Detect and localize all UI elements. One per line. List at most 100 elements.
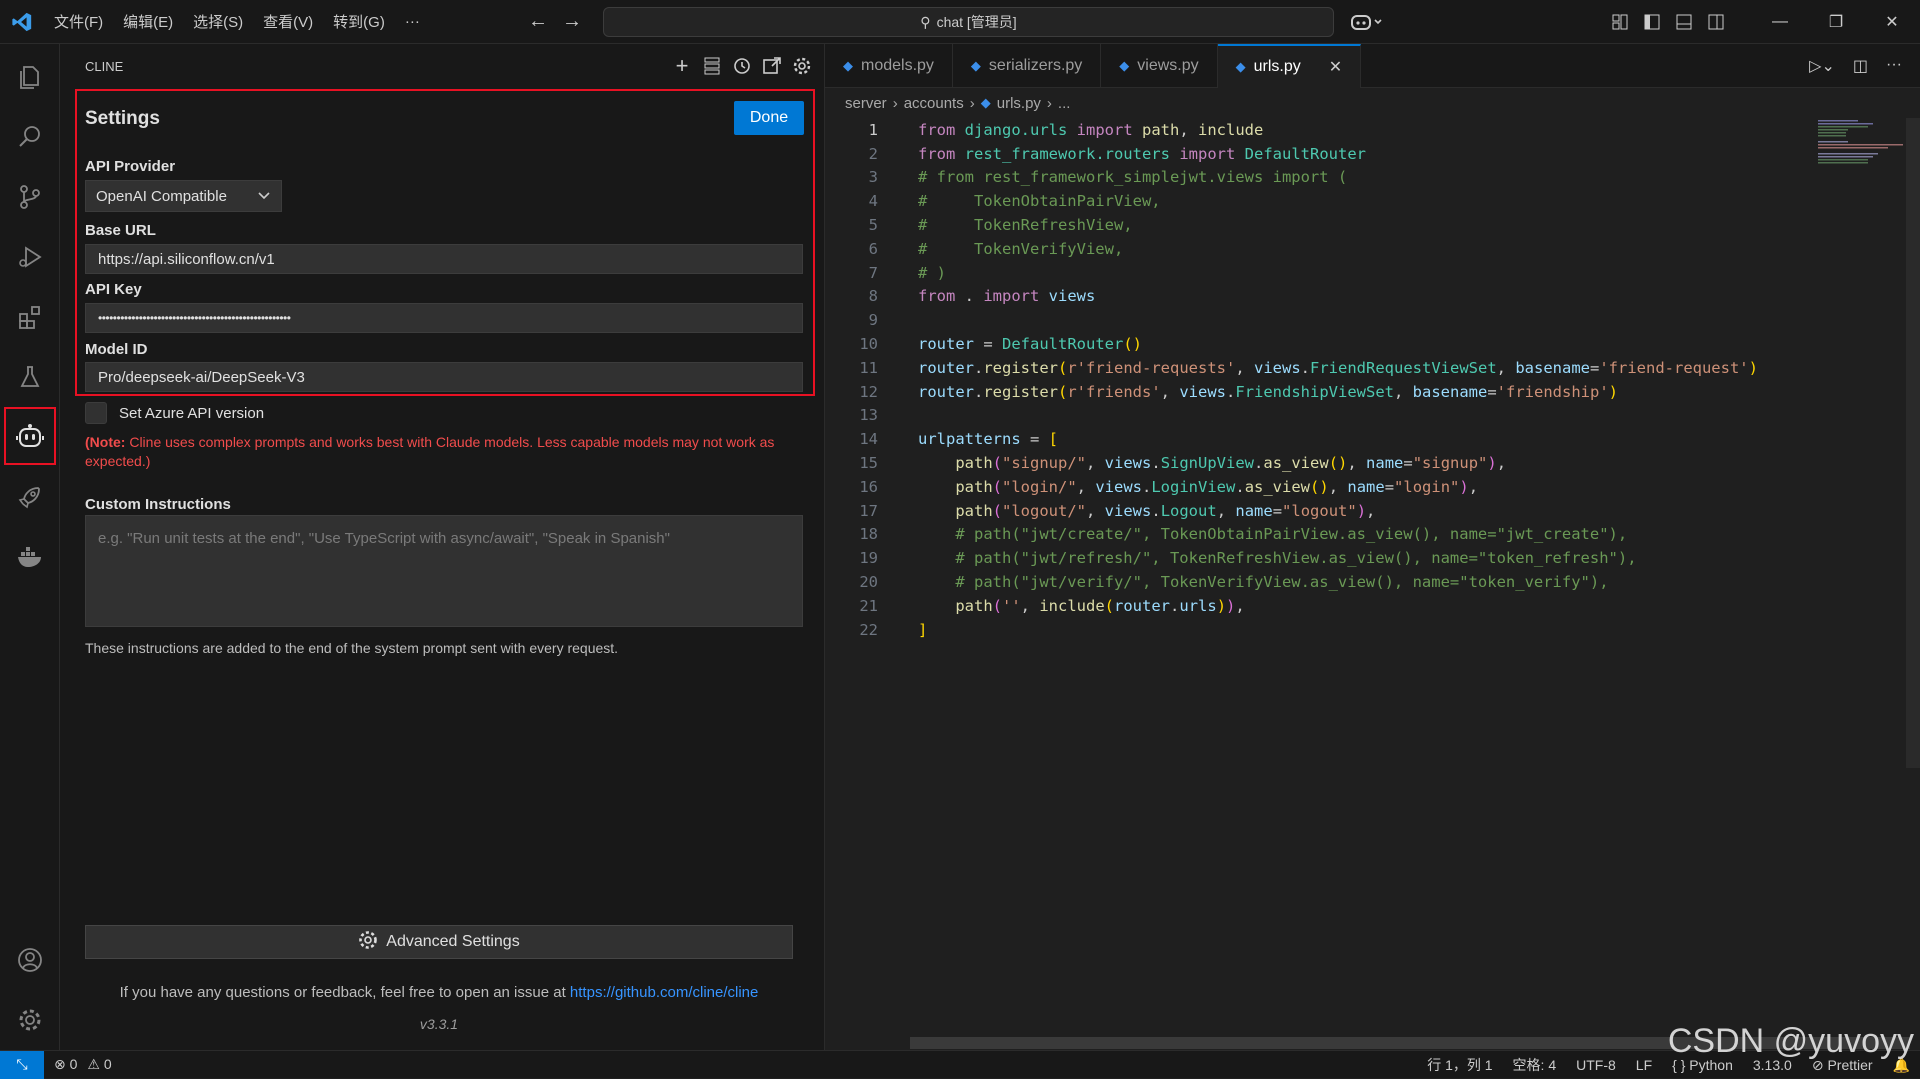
- command-center-text: chat [管理员]: [936, 14, 1017, 30]
- line-number: 12: [859, 382, 878, 401]
- copilot-icon[interactable]: [1350, 12, 1384, 36]
- code-text: # path("jwt/create/", TokenObtainPairVie…: [918, 525, 1628, 544]
- base-url-input[interactable]: https://api.siliconflow.cn/v1: [85, 244, 803, 274]
- code-line: 2 from rest_framework.routers import Defa…: [825, 142, 1920, 166]
- close-window-icon[interactable]: ✕: [1864, 0, 1920, 44]
- source-control-icon[interactable]: [0, 169, 60, 225]
- settings-gear-icon[interactable]: [792, 56, 812, 76]
- tab-label: urls.py: [1253, 58, 1301, 75]
- note-text: Cline uses complex prompts and works bes…: [85, 434, 775, 469]
- breadcrumb-file[interactable]: urls.py: [997, 95, 1041, 112]
- toggle-primary-sidebar-icon[interactable]: [1636, 0, 1668, 44]
- api-key-value: ••••••••••••••••••••••••••••••••••••••••…: [98, 311, 291, 325]
- docker-icon[interactable]: [0, 529, 60, 585]
- line-number: 21: [859, 596, 878, 615]
- customize-layout-icon[interactable]: [1604, 0, 1636, 44]
- more-actions-icon[interactable]: ···: [1886, 56, 1902, 76]
- code-line: 19 # path("jwt/refresh/", TokenRefreshVi…: [825, 546, 1920, 570]
- menu-file[interactable]: 文件(F): [44, 11, 113, 32]
- code-text: path('', include(router.urls)),: [955, 596, 1245, 615]
- code-line: 14 urlpatterns = [: [825, 427, 1920, 451]
- menu-bar: 文件(F) 编辑(E) 选择(S) 查看(V) 转到(G) ···: [44, 11, 430, 32]
- toggle-secondary-sidebar-icon[interactable]: [1700, 0, 1732, 44]
- code-text: path("signup/", views.SignUpView.as_view…: [955, 454, 1507, 473]
- breadcrumb-symbols[interactable]: ...: [1058, 95, 1071, 112]
- encoding[interactable]: UTF-8: [1576, 1057, 1616, 1073]
- explorer-icon[interactable]: [0, 49, 60, 105]
- indentation[interactable]: 空格: 4: [1513, 1055, 1557, 1075]
- menu-more[interactable]: ···: [395, 13, 430, 30]
- split-editor-icon[interactable]: ◫: [1853, 56, 1868, 76]
- custom-instructions-textarea[interactable]: e.g. "Run unit tests at the end", "Use T…: [85, 515, 803, 627]
- settings-title: Settings: [85, 108, 160, 129]
- restore-icon[interactable]: ❐: [1808, 0, 1864, 44]
- line-number: 15: [859, 454, 878, 473]
- code-text: # from rest_framework_simplejwt.views im…: [918, 168, 1348, 187]
- command-center-search[interactable]: ⚲ chat [管理员]: [603, 7, 1334, 37]
- azure-api-version-checkbox[interactable]: [85, 402, 107, 424]
- minimap[interactable]: [1816, 118, 1906, 178]
- back-arrow-icon[interactable]: ←: [528, 10, 548, 33]
- popout-icon[interactable]: [762, 56, 782, 76]
- api-provider-label: API Provider: [85, 158, 176, 175]
- code-line: 21 path('', include(router.urls)),: [825, 594, 1920, 618]
- vertical-scrollbar[interactable]: [1906, 118, 1920, 768]
- breadcrumb-accounts[interactable]: accounts: [904, 95, 964, 112]
- mcp-servers-icon[interactable]: [702, 56, 722, 76]
- testing-flask-icon[interactable]: [0, 349, 60, 405]
- vscode-logo-icon: [0, 0, 44, 44]
- accounts-icon[interactable]: [0, 932, 60, 988]
- cline-robot-icon[interactable]: [4, 407, 56, 465]
- code-line: 9: [825, 308, 1920, 332]
- menu-selection[interactable]: 选择(S): [183, 11, 253, 32]
- close-tab-icon[interactable]: ✕: [1329, 57, 1342, 77]
- end-of-line[interactable]: LF: [1636, 1057, 1652, 1073]
- line-number: 10: [859, 335, 878, 354]
- forward-arrow-icon[interactable]: →: [562, 10, 582, 33]
- github-issue-link[interactable]: https://github.com/cline/cline: [570, 984, 758, 1001]
- run-python-icon[interactable]: ▷⌄: [1809, 56, 1835, 76]
- title-bar: 文件(F) 编辑(E) 选择(S) 查看(V) 转到(G) ··· ← → ⚲ …: [0, 0, 1920, 44]
- note-bold: (Note:: [85, 434, 126, 450]
- line-number: 2: [868, 144, 878, 163]
- tab-urls[interactable]: ◆ urls.py ✕: [1217, 44, 1362, 88]
- done-button[interactable]: Done: [734, 101, 804, 135]
- code-view[interactable]: 1 from django.urls import path, include 2…: [825, 118, 1920, 642]
- manage-gear-icon[interactable]: [0, 992, 60, 1048]
- line-number: 22: [859, 620, 878, 639]
- search-icon: ⚲: [920, 13, 931, 30]
- api-provider-select[interactable]: OpenAI Compatible: [85, 180, 282, 212]
- tab-views[interactable]: ◆ views.py: [1101, 44, 1218, 88]
- tab-models[interactable]: ◆ models.py: [825, 44, 953, 88]
- code-line: 10 router = DefaultRouter(): [825, 332, 1920, 356]
- line-number: 3: [868, 168, 878, 187]
- new-task-plus-icon[interactable]: +: [672, 53, 692, 78]
- line-number: 4: [868, 192, 878, 211]
- menu-edit[interactable]: 编辑(E): [113, 11, 183, 32]
- code-text: urlpatterns = [: [918, 430, 1058, 449]
- code-line: 8 from . import views: [825, 285, 1920, 309]
- rocket-icon[interactable]: [0, 469, 60, 525]
- toggle-panel-icon[interactable]: [1668, 0, 1700, 44]
- history-icon[interactable]: [732, 56, 752, 76]
- tab-serializers[interactable]: ◆ serializers.py: [953, 44, 1102, 88]
- api-key-input[interactable]: ••••••••••••••••••••••••••••••••••••••••…: [85, 303, 803, 333]
- model-id-input[interactable]: Pro/deepseek-ai/DeepSeek-V3: [85, 362, 803, 392]
- menu-go[interactable]: 转到(G): [323, 11, 395, 32]
- breadcrumb-server[interactable]: server: [845, 95, 887, 112]
- code-text: # TokenRefreshView,: [918, 216, 1133, 235]
- code-line: 5 # TokenRefreshView,: [825, 213, 1920, 237]
- run-debug-icon[interactable]: [0, 229, 60, 285]
- errors-indicator[interactable]: ⊗ 0: [54, 1056, 77, 1073]
- remote-indicator-icon[interactable]: ⤡: [0, 1050, 44, 1079]
- advanced-settings-button[interactable]: Advanced Settings: [85, 925, 793, 959]
- activity-bar: [0, 44, 60, 1050]
- line-number: 16: [859, 477, 878, 496]
- warnings-indicator[interactable]: ⚠ 0: [87, 1056, 111, 1073]
- line-number: 18: [859, 525, 878, 544]
- extensions-icon[interactable]: [0, 289, 60, 345]
- menu-view[interactable]: 查看(V): [253, 11, 323, 32]
- search-icon[interactable]: [0, 109, 60, 165]
- cursor-position[interactable]: 行 1，列 1: [1427, 1055, 1492, 1075]
- minimize-icon[interactable]: —: [1752, 0, 1808, 44]
